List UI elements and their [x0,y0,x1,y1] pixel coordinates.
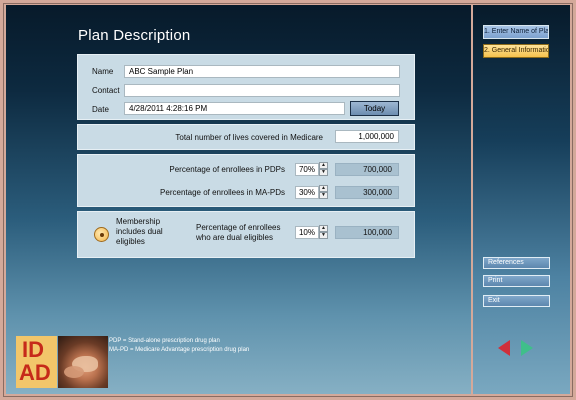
exit-button[interactable]: Exit [483,295,550,307]
spin-up-icon[interactable]: ▲ [319,225,328,232]
main-content: Plan Description Name ABC Sample Plan Co… [6,5,471,394]
logo: ID AD [16,336,57,388]
footnote-pdp: PDP = Stand-alone prescription drug plan [109,338,220,344]
medicare-lives-label: Total number of lives covered in Medicar… [175,133,323,142]
pdp-percent-label: Percentage of enrollees in PDPs [169,165,285,174]
pdp-percent-field[interactable]: 70% [295,163,319,176]
references-button[interactable]: References [483,257,550,269]
mapd-percent-field[interactable]: 30% [295,186,319,199]
dual-percent-field[interactable]: 10% [295,226,319,239]
page-title: Plan Description [78,27,191,44]
spin-down-icon[interactable]: ▼ [319,192,328,199]
footnotes: PDP = Stand-alone prescription drug plan… [109,337,249,355]
logo-text-bottom: AD [19,360,51,385]
mapd-percent-stepper[interactable]: ▲ ▼ [319,185,328,200]
sidebar: 1. Enter Name of Plan 2. General Informa… [473,5,570,394]
medicare-lives-field[interactable]: 1,000,000 [335,130,399,143]
dual-percent-stepper[interactable]: ▲ ▼ [319,225,328,240]
footnote-mapd: MA-PD = Medicare Advantage prescription … [109,347,250,353]
nav-step-enter-name[interactable]: 1. Enter Name of Plan [483,25,549,39]
contact-field[interactable] [124,84,400,97]
nav-step-general-information[interactable]: 2. General Information [483,44,549,58]
pdp-count: 700,000 [335,163,399,176]
spin-up-icon[interactable]: ▲ [319,162,328,169]
enrollee-split-panel: Percentage of enrollees in PDPs 70% ▲ ▼ … [77,154,415,207]
photo-hands [58,336,108,388]
dual-eligibles-panel: Membership includes dual eligibles Perce… [77,211,415,258]
arrow-right-icon[interactable] [521,340,533,356]
contact-label: Contact [92,86,120,95]
name-label: Name [92,67,114,76]
arrow-left-icon[interactable] [498,340,510,356]
dual-percent-label: Percentage of enrollees who are dual eli… [196,223,281,242]
mapd-count: 300,000 [335,186,399,199]
spin-down-icon[interactable]: ▼ [319,232,328,239]
date-field[interactable]: 4/28/2011 4:28:16 PM [124,102,345,115]
date-label: Date [92,105,109,114]
plan-info-panel: Name ABC Sample Plan Contact Date 4/28/2… [77,54,415,120]
dual-count: 100,000 [335,226,399,239]
print-button[interactable]: Print [483,275,550,287]
today-button[interactable]: Today [350,101,399,116]
dual-eligibles-radio-label: Membership includes dual eligibles [116,217,163,246]
pdp-percent-stepper[interactable]: ▲ ▼ [319,162,328,177]
radio-button-icon[interactable] [94,227,109,242]
logo-text-top: ID [22,337,44,362]
mapd-percent-label: Percentage of enrollees in MA-PDs [160,188,285,197]
spin-down-icon[interactable]: ▼ [319,169,328,176]
name-field[interactable]: ABC Sample Plan [124,65,400,78]
spin-up-icon[interactable]: ▲ [319,185,328,192]
medicare-panel: Total number of lives covered in Medicar… [77,124,415,150]
